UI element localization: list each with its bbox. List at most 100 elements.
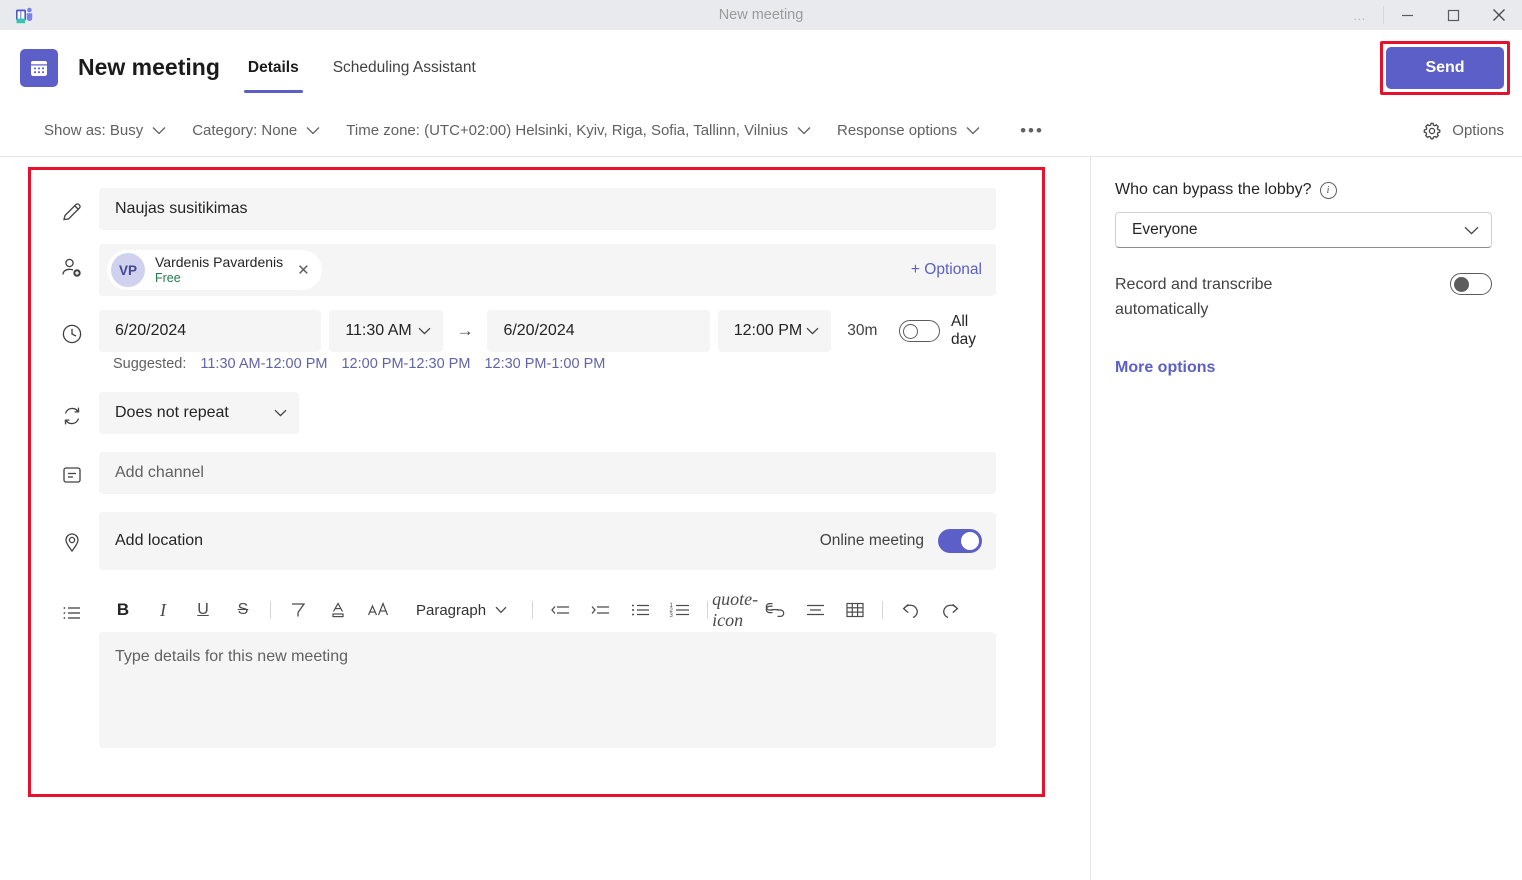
attendee-info: Vardenis Pavardenis Free: [155, 255, 283, 285]
duration-label: 30m: [847, 322, 877, 340]
attendees-row: VP Vardenis Pavardenis Free ✕ + Optional: [45, 244, 996, 296]
suggested-slot-2[interactable]: 12:00 PM-12:30 PM: [341, 356, 470, 372]
bold-button[interactable]: B: [103, 592, 143, 628]
record-transcribe-toggle[interactable]: [1450, 273, 1492, 295]
end-time-value: 12:00 PM: [734, 322, 802, 340]
attendee-chip[interactable]: VP Vardenis Pavardenis Free ✕: [107, 250, 322, 290]
meeting-options-pane: Who can bypass the lobby? i Everyone Rec…: [1090, 157, 1522, 880]
options-button[interactable]: Options: [1422, 121, 1504, 141]
undo-icon[interactable]: [890, 592, 930, 628]
channel-icon: [45, 452, 99, 486]
datetime-controls: 6/20/2024 11:30 AM → 6/20/2024 12:00 PM: [99, 310, 996, 352]
redo-icon[interactable]: [930, 592, 970, 628]
toolbar-divider: [270, 601, 271, 619]
repeat-icon: [45, 392, 99, 428]
send-button-highlight: Send: [1380, 41, 1510, 95]
start-time-value: 11:30 AM: [345, 322, 411, 340]
pencil-icon: [45, 188, 99, 224]
details-list-icon: [45, 588, 99, 624]
remove-attendee-icon[interactable]: ✕: [293, 261, 314, 279]
online-meeting-control: Online meeting: [820, 529, 982, 553]
time-zone-label: Time zone: (UTC+02:00) Helsinki, Kyiv, R…: [346, 122, 788, 139]
location-input[interactable]: Add location Online meeting: [99, 512, 996, 570]
online-meeting-toggle[interactable]: [938, 529, 982, 553]
numbered-list-icon[interactable]: 1 2 3: [660, 592, 700, 628]
person-add-icon: [45, 244, 99, 280]
increase-indent-icon[interactable]: [580, 592, 620, 628]
align-icon[interactable]: [795, 592, 835, 628]
quote-icon[interactable]: quote-icon: [715, 592, 755, 628]
description-editor: B I U S: [99, 588, 996, 748]
options-label: Options: [1452, 122, 1504, 139]
description-input[interactable]: Type details for this new meeting: [99, 632, 996, 748]
location-placeholder: Add location: [115, 532, 203, 550]
font-color-icon[interactable]: [318, 592, 358, 628]
chevron-down-icon: [306, 126, 320, 135]
link-icon[interactable]: [755, 592, 795, 628]
meeting-title-input[interactable]: Naujas susitikimas: [99, 188, 996, 230]
show-as-dropdown[interactable]: Show as: Busy: [44, 122, 166, 139]
meeting-options-bar: Show as: Busy Category: None Time zone: …: [0, 105, 1522, 157]
svg-text:3: 3: [670, 613, 674, 619]
tab-scheduling-assistant[interactable]: Scheduling Assistant: [329, 30, 480, 105]
lobby-bypass-value: Everyone: [1132, 221, 1197, 239]
chevron-down-icon: [797, 126, 811, 135]
chevron-down-icon: [418, 327, 431, 335]
overflow-menu-button[interactable]: •••: [1020, 121, 1044, 141]
start-time-dropdown[interactable]: 11:30 AM: [329, 310, 442, 352]
decrease-indent-icon[interactable]: [540, 592, 580, 628]
close-icon[interactable]: [1476, 0, 1522, 30]
font-size-icon[interactable]: [358, 592, 398, 628]
response-options-dropdown[interactable]: Response options: [837, 122, 980, 139]
record-transcribe-row: Record and transcribe automatically: [1115, 273, 1492, 323]
category-label: Category: None: [192, 122, 297, 139]
more-options-link[interactable]: More options: [1115, 359, 1492, 377]
response-options-label: Response options: [837, 122, 957, 139]
tab-details[interactable]: Details: [244, 30, 303, 105]
avatar: VP: [111, 253, 145, 287]
all-day-toggle[interactable]: [899, 320, 940, 342]
suggested-label: Suggested:: [113, 356, 186, 372]
toolbar-divider: [532, 601, 533, 619]
meeting-form: Naujas susitikimas VP: [31, 170, 1042, 762]
teams-icon: [10, 0, 40, 30]
time-zone-dropdown[interactable]: Time zone: (UTC+02:00) Helsinki, Kyiv, R…: [346, 122, 811, 139]
datetime-row: 6/20/2024 11:30 AM → 6/20/2024 12:00 PM: [45, 310, 996, 372]
lobby-bypass-label: Who can bypass the lobby?: [1115, 181, 1312, 199]
chevron-down-icon: [1464, 226, 1479, 235]
recurrence-row: Does not repeat: [45, 392, 996, 434]
rich-text-toolbar: B I U S: [99, 588, 996, 632]
end-date-input[interactable]: 6/20/2024: [487, 310, 709, 352]
lobby-bypass-dropdown[interactable]: Everyone: [1115, 212, 1492, 248]
suggested-slot-1[interactable]: 11:30 AM-12:00 PM: [200, 356, 327, 372]
highlighter-icon[interactable]: [278, 592, 318, 628]
description-row: B I U S: [45, 588, 996, 748]
info-icon[interactable]: i: [1320, 182, 1337, 199]
toolbar-divider: [707, 601, 708, 619]
paragraph-style-dropdown[interactable]: Paragraph: [406, 602, 517, 619]
recurrence-dropdown[interactable]: Does not repeat: [99, 392, 299, 434]
chevron-down-icon: [152, 126, 166, 135]
window-more-button[interactable]: …: [1337, 0, 1383, 30]
strikethrough-button[interactable]: S: [223, 592, 263, 628]
add-optional-attendees-link[interactable]: + Optional: [911, 261, 982, 279]
channel-input[interactable]: Add channel: [99, 452, 996, 494]
window-title-bar: New meeting …: [0, 0, 1522, 30]
bulleted-list-icon[interactable]: [620, 592, 660, 628]
date-range-arrow-icon: →: [443, 321, 488, 341]
end-time-dropdown[interactable]: 12:00 PM: [718, 310, 831, 352]
italic-button[interactable]: I: [143, 592, 183, 628]
category-dropdown[interactable]: Category: None: [192, 122, 320, 139]
minimize-icon[interactable]: [1384, 0, 1430, 30]
maximize-icon[interactable]: [1430, 0, 1476, 30]
attendees-input[interactable]: VP Vardenis Pavardenis Free ✕ + Optional: [99, 244, 996, 296]
tab-scheduling-assistant-label: Scheduling Assistant: [333, 59, 476, 77]
chevron-down-icon: [495, 606, 507, 614]
toolbar-divider: [882, 601, 883, 619]
send-button[interactable]: Send: [1386, 47, 1504, 89]
start-date-input[interactable]: 6/20/2024: [99, 310, 321, 352]
all-day-control: All day: [899, 313, 996, 349]
table-icon[interactable]: [835, 592, 875, 628]
suggested-slot-3[interactable]: 12:30 PM-1:00 PM: [484, 356, 605, 372]
underline-button[interactable]: U: [183, 592, 223, 628]
